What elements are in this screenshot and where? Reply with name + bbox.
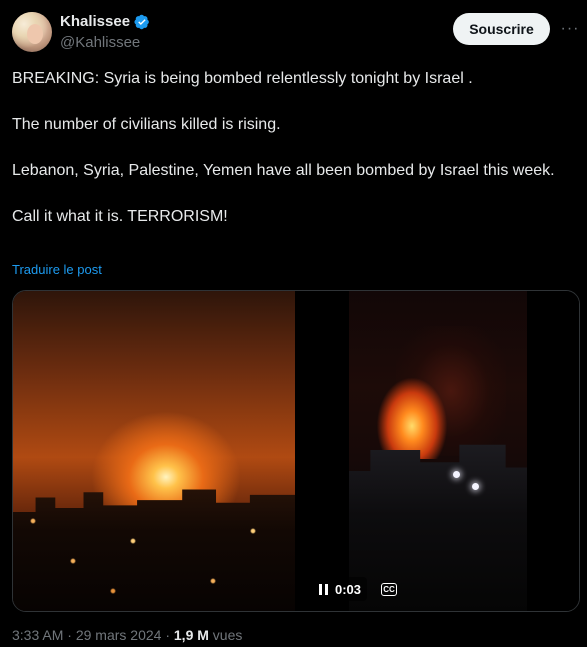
tweet-text: BREAKING: Syria is being bombed relentle… xyxy=(12,67,567,251)
media-video-fire[interactable] xyxy=(296,291,579,611)
verified-badge-icon xyxy=(134,14,150,30)
pause-button[interactable]: 0:03 xyxy=(313,577,368,601)
avatar[interactable] xyxy=(12,12,52,52)
tweet-paragraph: The number of civilians killed is rising… xyxy=(12,116,281,133)
media-image-explosion-city[interactable] xyxy=(13,291,295,611)
video-controls: 0:03 CC xyxy=(313,577,398,601)
tweet-paragraph: Lebanon, Syria, Palestine, Yemen have al… xyxy=(12,162,555,179)
translate-post-link[interactable]: Traduire le post xyxy=(12,262,102,277)
post-date[interactable]: 29 mars 2024 xyxy=(76,627,162,643)
tweet-meta: 3:33 AM · 29 mars 2024 · 1,9 M vues xyxy=(12,627,242,643)
handle[interactable]: @Kahlissee xyxy=(60,34,140,51)
views-count: 1,9 M xyxy=(173,627,209,643)
media-container[interactable]: 0:03 CC xyxy=(12,290,580,612)
building-light xyxy=(472,483,479,490)
display-name[interactable]: Khalissee xyxy=(60,13,130,30)
subscribe-button[interactable]: Souscrire xyxy=(453,13,550,45)
avatar-face xyxy=(27,24,43,44)
meta-separator: · xyxy=(67,627,76,643)
meta-separator: · xyxy=(165,627,174,643)
tweet-paragraph: Call it what it is. TERRORISM! xyxy=(12,208,228,225)
tweet: Khalissee @Kahlissee Souscrire ··· BREAK… xyxy=(0,0,587,647)
tweet-paragraph: BREAKING: Syria is being bombed relentle… xyxy=(12,70,473,87)
author-name-row: Khalissee xyxy=(60,13,150,30)
pause-icon xyxy=(319,583,329,595)
more-dots-icon[interactable]: ··· xyxy=(559,18,581,40)
post-time[interactable]: 3:33 AM xyxy=(12,627,63,643)
building-light xyxy=(453,471,460,478)
city-lights xyxy=(13,491,295,611)
captions-icon[interactable]: CC xyxy=(381,582,398,596)
views-label: vues xyxy=(212,627,243,643)
video-timestamp: 0:03 xyxy=(335,581,362,597)
fire-blaze xyxy=(368,349,478,459)
